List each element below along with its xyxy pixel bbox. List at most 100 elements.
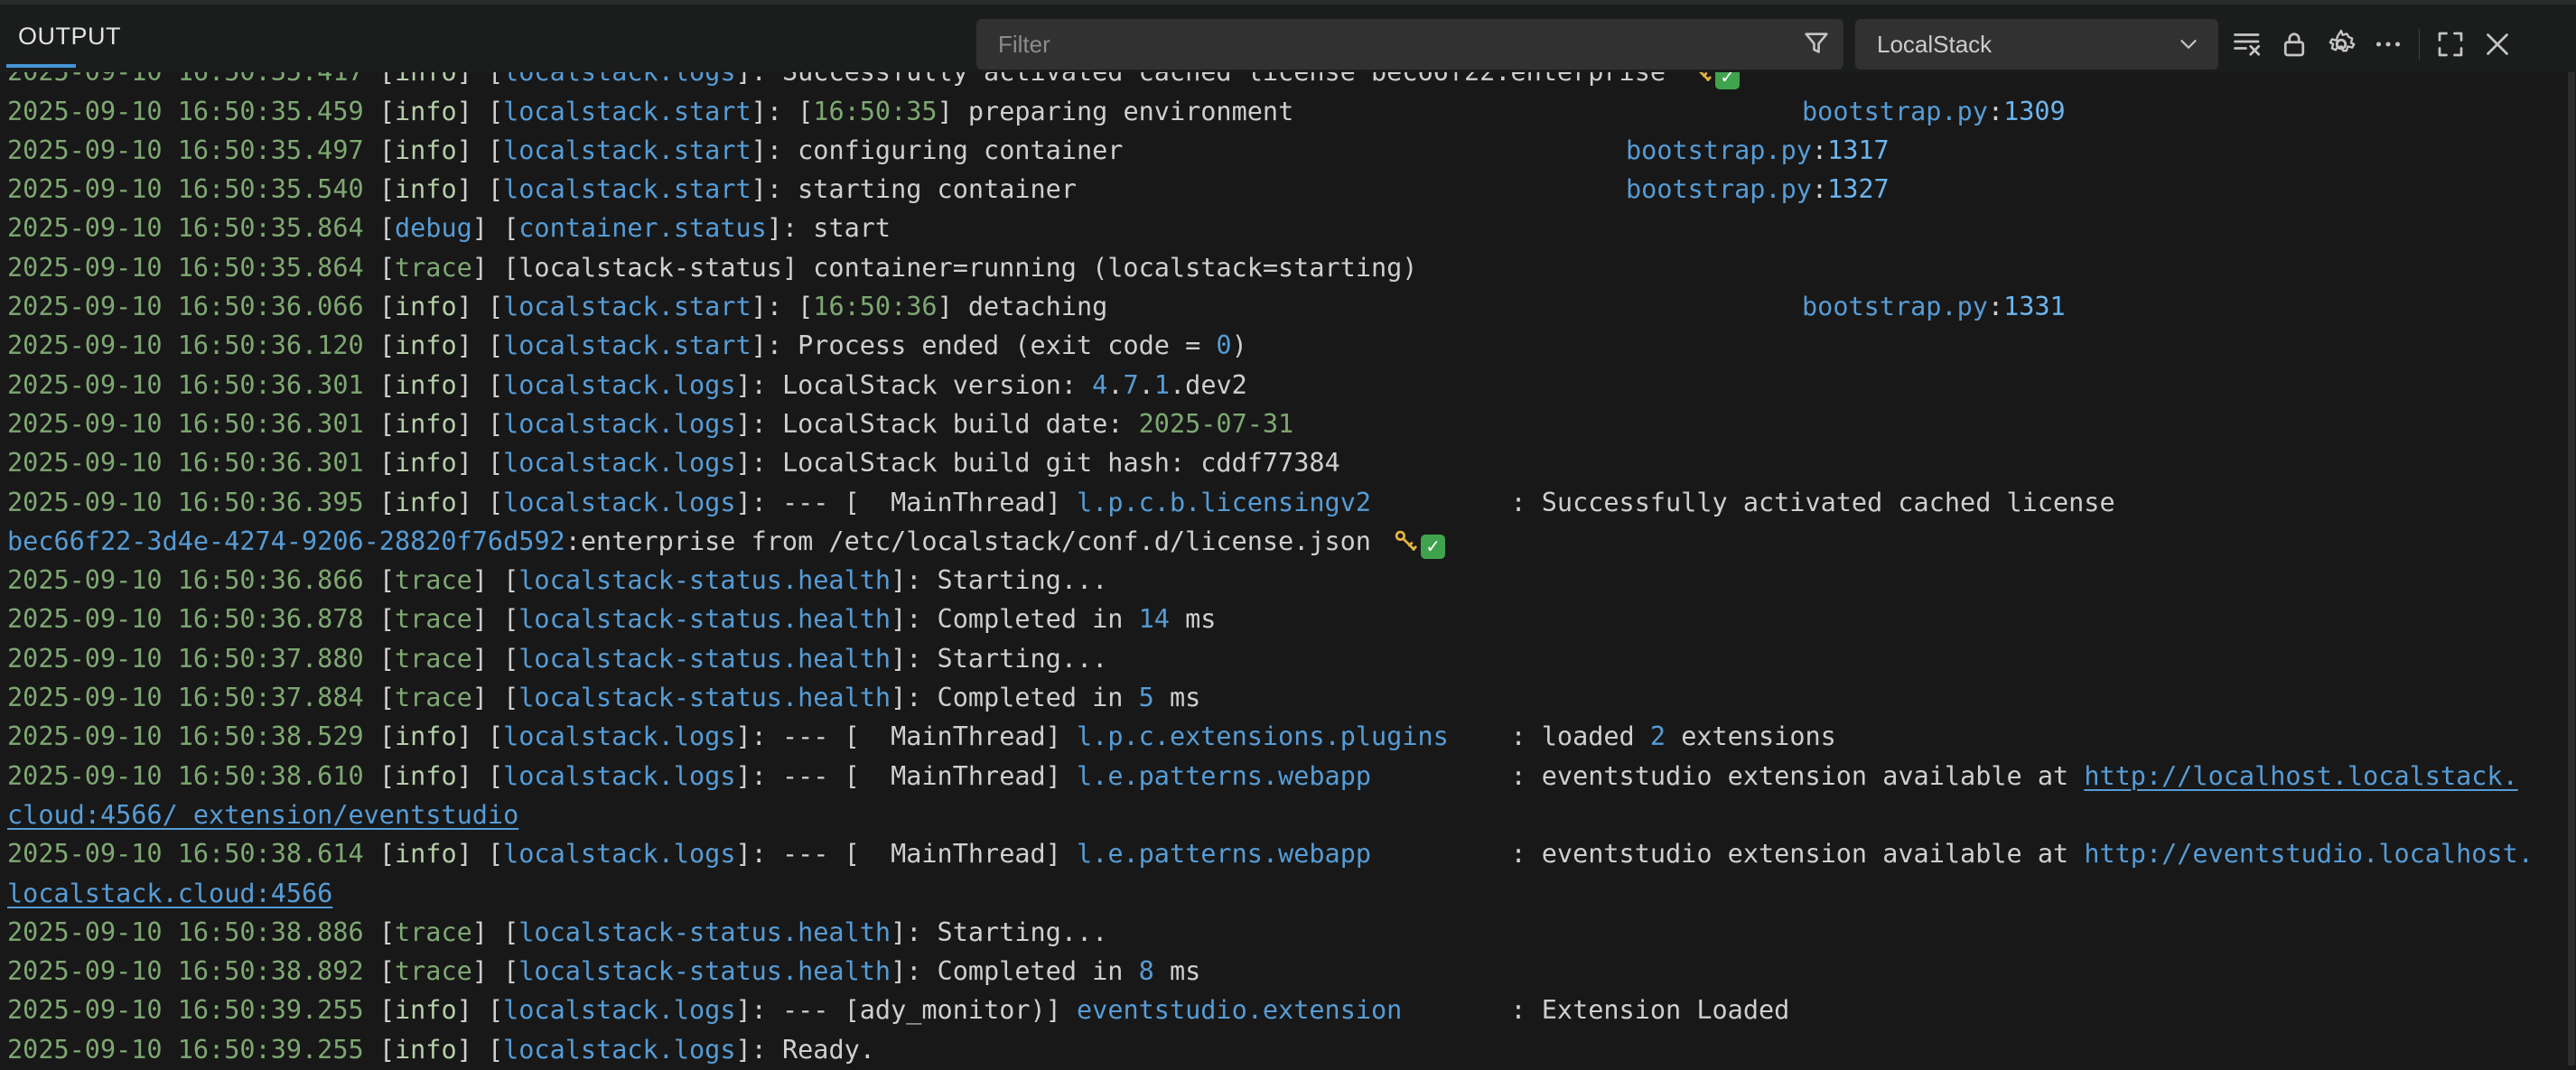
log-timestamp: 2025-09-10 16:50:37.880 (7, 644, 364, 674)
log-text: localstack-status.health (518, 917, 891, 947)
log-text: ]: Completed in (891, 956, 1139, 986)
log-text: [ (364, 253, 395, 283)
log-text: ] [localstack-status] container=running … (472, 253, 1418, 283)
log-text: localstack.logs (503, 448, 735, 478)
log-line: 2025-09-10 16:50:35.497 [info] [localsta… (7, 131, 2576, 171)
log-text: : (1988, 97, 2003, 126)
log-line: 2025-09-10 16:50:35.540 [info] [localsta… (7, 170, 2576, 209)
log-text: [ (364, 213, 395, 243)
log-text: 1 (1154, 370, 1170, 400)
close-panel-icon[interactable] (2474, 21, 2521, 68)
log-timestamp: 16:50:35 (813, 97, 937, 126)
log-text: info (395, 330, 457, 360)
channel-dropdown[interactable]: LocalStack (1855, 19, 2218, 70)
filter-input[interactable] (976, 31, 1789, 59)
clear-output-icon[interactable] (2224, 21, 2271, 68)
source-location-link[interactable]: bootstrap.py:1317 (1626, 131, 1890, 170)
source-location-link[interactable]: bootstrap.py:1327 (1626, 170, 1890, 209)
log-text: info (395, 174, 457, 204)
log-text: 8 (1139, 956, 1154, 986)
log-text: localstack.start (503, 292, 751, 321)
log-line: localstack.cloud:4566 (7, 874, 2576, 914)
log-text: localstack.start (503, 135, 751, 165)
log-text: localstack.start (503, 330, 751, 360)
log-text: ] [ (457, 761, 503, 791)
log-link[interactable]: cloud:4566/_extension/eventstudio (7, 800, 518, 830)
log-timestamp: 2025-09-10 16:50:38.614 (7, 839, 364, 869)
log-text: info (395, 761, 457, 791)
log-line: 2025-09-10 16:50:37.884 [trace] [localst… (7, 678, 2576, 718)
log-text: ]: start (767, 213, 891, 243)
log-link[interactable]: http://localhost.localstack. (2084, 761, 2517, 791)
log-text: 1309 (2003, 97, 2066, 126)
log-text: [ (364, 604, 395, 634)
lock-icon[interactable] (2271, 21, 2318, 68)
log-timestamp: 2025-09-10 16:50:36.866 (7, 565, 364, 595)
log-text: [ (364, 409, 395, 439)
log-text: ms (1154, 956, 1200, 986)
log-text: ]: Starting... (891, 565, 1107, 595)
log-link[interactable]: http://eventstudio.localhost. (2084, 839, 2534, 869)
output-log: 2025-09-10 16:50:35.417 [info] [localsta… (0, 0, 2576, 1065)
log-text: . (1139, 370, 1154, 400)
tab-output-label: OUTPUT (18, 23, 121, 51)
log-line: 2025-09-10 16:50:37.880 [trace] [localst… (7, 639, 2576, 679)
log-text: . (1107, 370, 1123, 400)
log-text: info (395, 995, 457, 1025)
log-line: 2025-09-10 16:50:36.866 [trace] [localst… (7, 561, 2576, 600)
log-timestamp: 2025-09-10 16:50:36.120 (7, 330, 364, 360)
log-text: trace (395, 917, 472, 947)
log-text: ] [ (457, 97, 503, 126)
log-text: 2 (1650, 721, 1666, 751)
log-text: [ (364, 174, 395, 204)
log-text: bootstrap.py (1626, 174, 1812, 204)
log-text: 7 (1124, 370, 1139, 400)
log-line: 2025-09-10 16:50:35.864 [debug] [contain… (7, 209, 2576, 248)
log-text: localstack.logs (503, 370, 735, 400)
log-text: localstack-status.health (518, 565, 891, 595)
filter-icon[interactable] (1789, 29, 1843, 60)
log-text: ] [ (472, 956, 518, 986)
log-timestamp: 2025-09-10 16:50:38.886 (7, 917, 364, 947)
log-text: [ (364, 644, 395, 674)
log-line: 2025-09-10 16:50:36.066 [info] [localsta… (7, 287, 2576, 327)
log-text: 1331 (2003, 292, 2066, 321)
maximize-panel-icon[interactable] (2427, 21, 2474, 68)
log-text: ]: Process ended (exit code = (751, 330, 1217, 360)
log-text: trace (395, 604, 472, 634)
log-line: 2025-09-10 16:50:38.892 [trace] [localst… (7, 952, 2576, 991)
log-text: localstack.logs (503, 761, 735, 791)
log-line: 2025-09-10 16:50:39.255 [info] [localsta… (7, 991, 2576, 1030)
log-text: ]: LocalStack build date: (736, 409, 1139, 439)
source-location-link[interactable]: bootstrap.py:1309 (1802, 92, 2066, 131)
log-text: ) (1232, 330, 1247, 360)
log-text: ] [ (457, 839, 503, 869)
log-timestamp: 2025-09-10 16:50:35.864 (7, 253, 364, 283)
log-text: [ (364, 330, 395, 360)
log-line: 2025-09-10 16:50:36.120 [info] [localsta… (7, 326, 2576, 366)
log-text: info (395, 292, 457, 321)
log-line: 2025-09-10 16:50:38.610 [info] [localsta… (7, 757, 2576, 796)
tab-output[interactable]: OUTPUT (18, 0, 121, 72)
log-text: : Extension Loaded (1402, 995, 1789, 1025)
log-line: bec66f22-3d4e-4274-9206-28820f76d592:ent… (7, 522, 2576, 562)
log-text: info (395, 409, 457, 439)
log-link[interactable]: localstack.cloud:4566 (7, 879, 332, 908)
log-text: [ (364, 488, 395, 517)
log-text: ]: Completed in (891, 604, 1139, 634)
log-line: 2025-09-10 16:50:35.459 [info] [localsta… (7, 92, 2576, 132)
log-text: localstack.start (503, 97, 751, 126)
log-text: info (395, 135, 457, 165)
log-line: 2025-09-10 16:50:36.301 [info] [localsta… (7, 405, 2576, 444)
log-timestamp: 2025-09-10 16:50:39.255 (7, 995, 364, 1025)
log-text: ] [ (457, 448, 503, 478)
log-text: container.status (518, 213, 767, 243)
vertical-scrollbar[interactable] (2568, 72, 2575, 1065)
log-text: localstack-status.health (518, 956, 891, 986)
log-text: extensions (1666, 721, 1836, 751)
more-actions-icon[interactable] (2365, 21, 2412, 68)
log-text: ] [ (472, 565, 518, 595)
panel-top-sash[interactable] (0, 0, 2576, 5)
gear-icon[interactable] (2318, 21, 2365, 68)
source-location-link[interactable]: bootstrap.py:1331 (1802, 287, 2066, 326)
